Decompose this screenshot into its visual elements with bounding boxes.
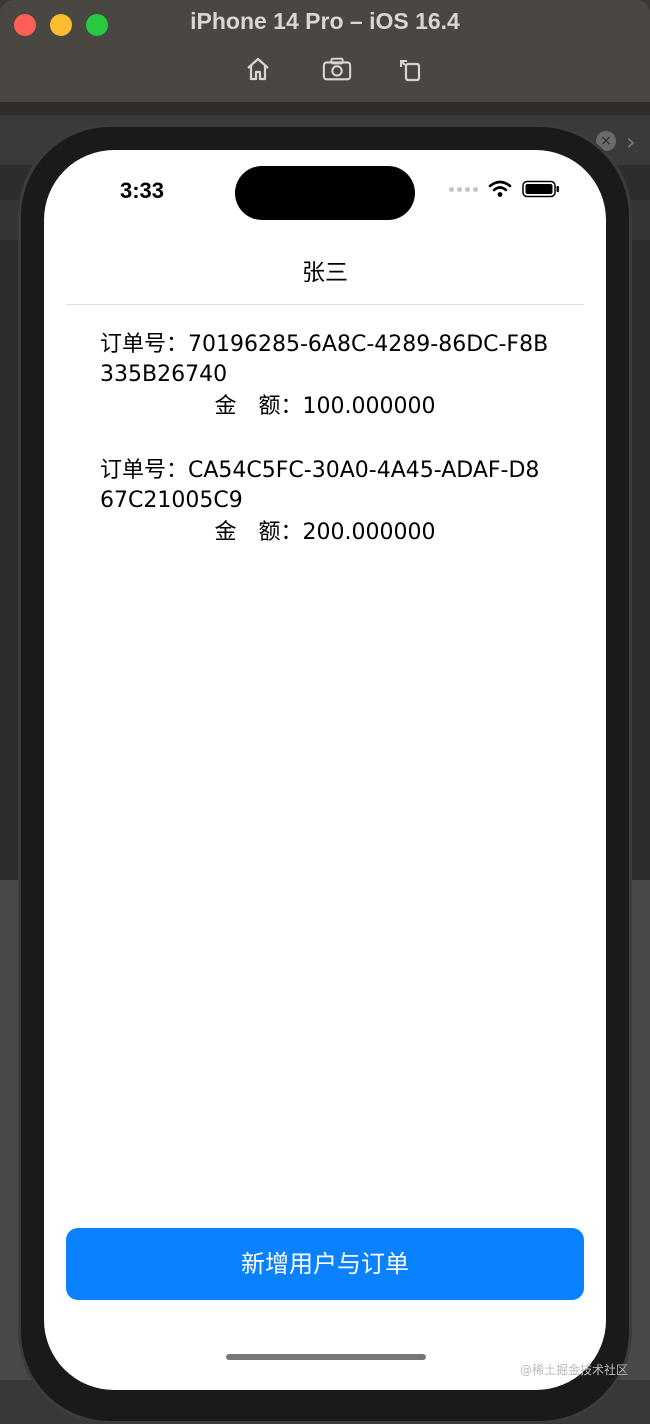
- status-time: 3:33: [120, 178, 165, 203]
- order-amount: 金 额：100.000000: [44, 392, 606, 422]
- camera-icon[interactable]: [322, 54, 352, 84]
- home-indicator[interactable]: [226, 1354, 426, 1360]
- order-item: 订单号：CA54C5FC-30A0-4A45-ADAF-D867C21005C9…: [44, 456, 606, 548]
- cellular-signal-icon: [449, 186, 478, 192]
- chevron-right-icon: ›: [626, 128, 636, 156]
- page-title: 张三: [302, 260, 348, 286]
- window-title: iPhone 14 Pro – iOS 16.4: [190, 8, 460, 34]
- wifi-icon: [488, 180, 512, 197]
- rotate-icon[interactable]: [395, 54, 425, 84]
- order-id-label: 订单号：: [100, 458, 189, 483]
- order-id: 订单号：70196285-6A8C-4289-86DC-F8B335B26740: [100, 330, 550, 390]
- battery-icon: [522, 180, 559, 198]
- iphone-screen: 3:33 张三 订单号：70196285-6A8C-4289-86DC-F8B3…: [44, 150, 606, 1390]
- add-user-and-order-button[interactable]: 新增用户与订单: [66, 1228, 584, 1300]
- order-amount-label: 金 额：: [214, 520, 303, 545]
- navigation-bar: 张三: [66, 240, 584, 305]
- order-id-label: 订单号：: [100, 332, 189, 357]
- order-amount: 金 额：200.000000: [44, 518, 606, 548]
- order-amount-label: 金 额：: [214, 394, 303, 419]
- watermark: @稀土掘金技术社区: [519, 1363, 628, 1377]
- dynamic-island: [235, 166, 415, 220]
- status-icons: [449, 180, 560, 198]
- order-amount-value: 100.000000: [302, 394, 436, 419]
- simulator-titlebar: iPhone 14 Pro – iOS 16.4: [0, 0, 650, 103]
- order-list: 订单号：70196285-6A8C-4289-86DC-F8B335B26740…: [44, 330, 606, 548]
- order-item: 订单号：70196285-6A8C-4289-86DC-F8B335B26740…: [44, 330, 606, 422]
- order-amount-value: 200.000000: [302, 520, 436, 545]
- home-icon[interactable]: [243, 54, 273, 84]
- order-id: 订单号：CA54C5FC-30A0-4A45-ADAF-D867C21005C9: [100, 456, 550, 516]
